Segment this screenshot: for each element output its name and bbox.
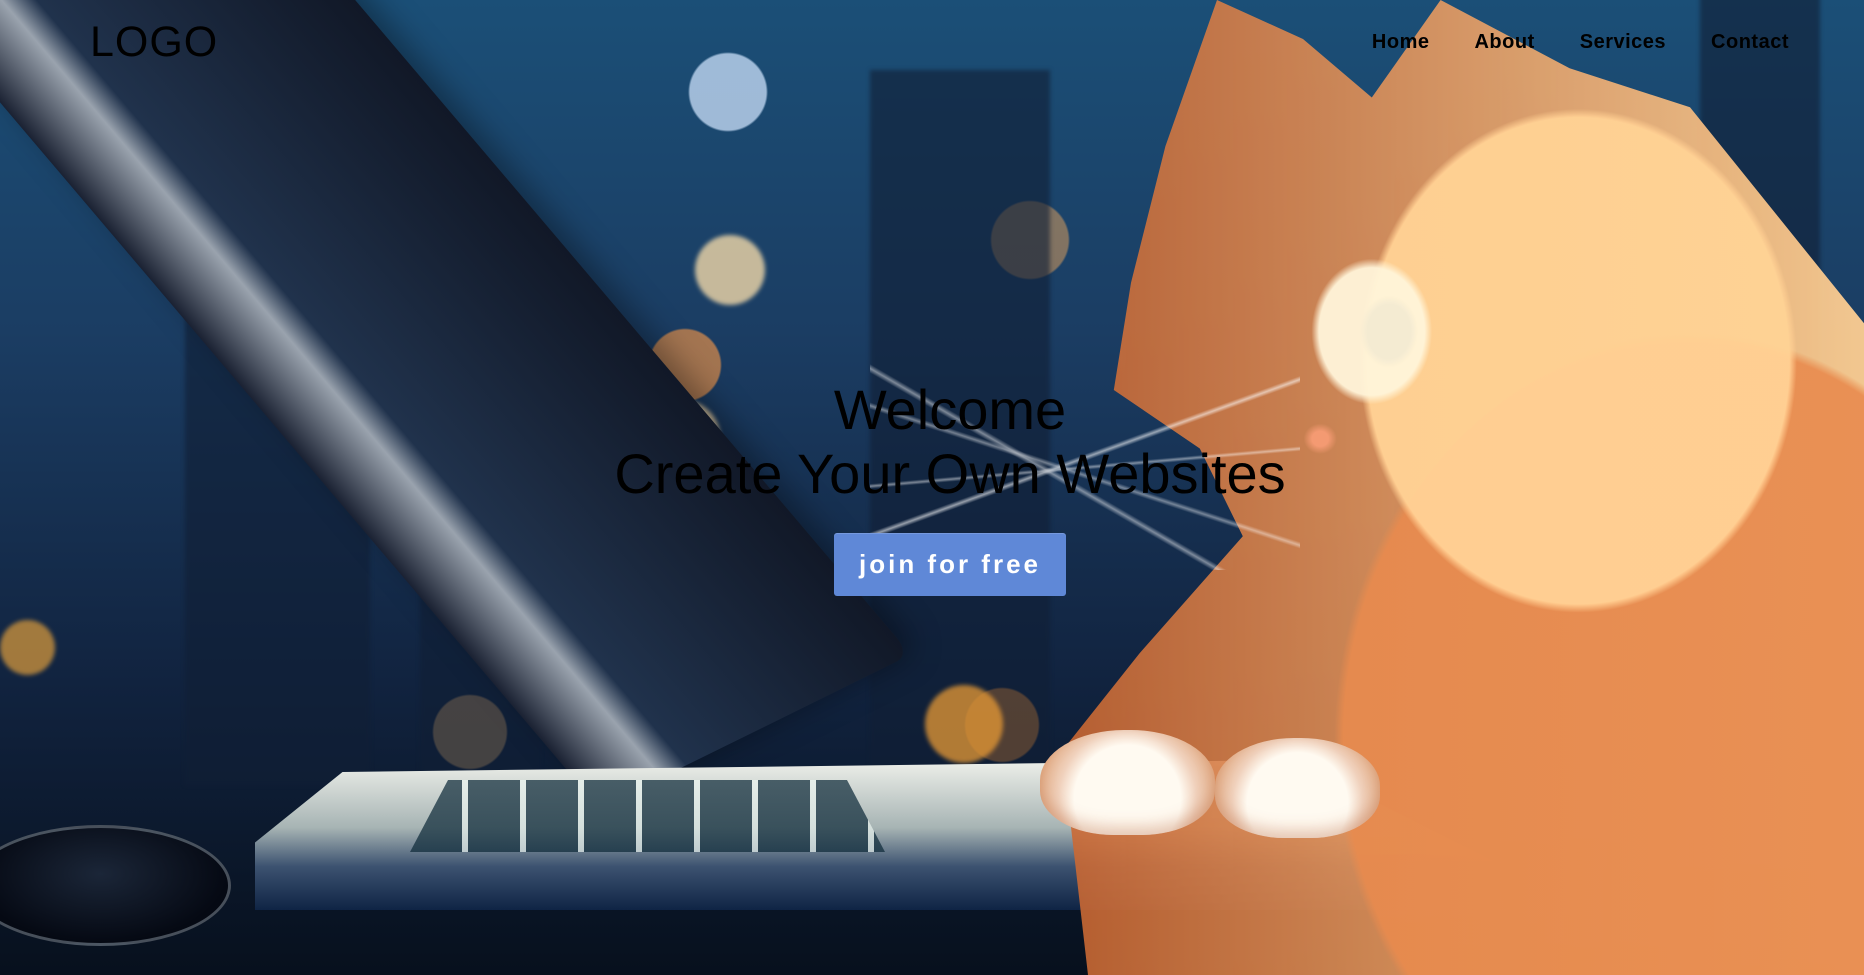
- laptop-keyboard: [410, 780, 885, 852]
- welcome-heading: Welcome: [833, 378, 1067, 441]
- site-header: LOGO Home About Services Contact: [0, 0, 1864, 90]
- join-for-free-button[interactable]: join for free: [834, 533, 1066, 596]
- landing-page: LOGO Home About Services Contact Welcome…: [0, 0, 1864, 975]
- left-kitten-paw: [1040, 730, 1215, 835]
- nav-home-link[interactable]: Home: [1372, 31, 1430, 54]
- main-navigation: Home About Services Contact: [1372, 31, 1789, 54]
- site-logo[interactable]: LOGO: [90, 20, 218, 64]
- hero-subtitle: Create Your Own Websites: [614, 442, 1286, 505]
- right-kitten-paw: [1215, 738, 1380, 838]
- city-light-bokeh: [0, 620, 55, 675]
- nav-services-link[interactable]: Services: [1580, 31, 1666, 54]
- nav-contact-link[interactable]: Contact: [1711, 31, 1789, 54]
- hero-content: Welcome Create Your Own Websites join fo…: [0, 378, 1864, 596]
- city-light-bokeh: [925, 685, 1003, 763]
- nav-about-link[interactable]: About: [1474, 31, 1534, 54]
- city-light-bokeh: [695, 235, 765, 305]
